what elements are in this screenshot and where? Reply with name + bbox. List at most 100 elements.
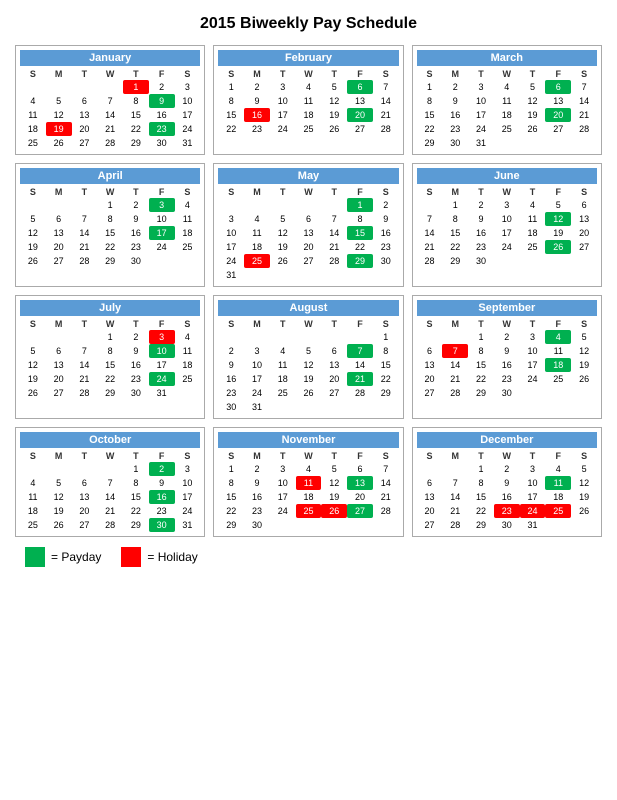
cal-cell: 1: [97, 330, 123, 344]
cal-cell: 4: [175, 198, 201, 212]
cal-cell: [442, 330, 468, 344]
cal-cell: 22: [347, 240, 373, 254]
table-row: 22232425262728: [218, 504, 398, 518]
cal-cell: 27: [72, 518, 98, 532]
day-header: T: [321, 186, 347, 198]
cal-cell: 1: [218, 80, 244, 94]
cal-cell: [296, 136, 322, 150]
day-header: S: [218, 68, 244, 80]
cal-cell: 9: [149, 94, 175, 108]
cal-cell: 3: [468, 80, 494, 94]
day-header: M: [46, 68, 72, 80]
cal-cell: 13: [347, 94, 373, 108]
day-header: M: [46, 186, 72, 198]
cal-cell: 11: [20, 108, 46, 122]
cal-cell: 25: [545, 504, 571, 518]
cal-cell: 2: [442, 80, 468, 94]
table-row: 23242526272829: [218, 386, 398, 400]
cal-cell: 14: [442, 490, 468, 504]
cal-cell: [442, 462, 468, 476]
table-row: 10111213141516: [218, 226, 398, 240]
table-row: 567891011: [20, 344, 200, 358]
cal-cell: 15: [468, 490, 494, 504]
cal-cell: [20, 462, 46, 476]
table-row: 12345: [417, 330, 597, 344]
table-row: 1234567: [417, 80, 597, 94]
table-row: 1234: [20, 198, 200, 212]
day-header: T: [468, 68, 494, 80]
cal-cell: 25: [20, 136, 46, 150]
day-header: W: [296, 186, 322, 198]
cal-table: SMTWTFS123456789101112131415161718192021…: [218, 186, 398, 282]
cal-cell: 30: [149, 136, 175, 150]
cal-cell: [571, 386, 597, 400]
table-row: 891011121314: [218, 94, 398, 108]
cal-cell: 7: [97, 94, 123, 108]
legend: = Payday = Holiday: [15, 547, 602, 567]
cal-cell: [321, 136, 347, 150]
cal-cell: 13: [347, 476, 373, 490]
cal-cell: 14: [97, 490, 123, 504]
table-row: 11121314151617: [20, 490, 200, 504]
cal-cell: 8: [123, 476, 149, 490]
cal-cell: 31: [175, 136, 201, 150]
day-header: F: [149, 68, 175, 80]
table-row: 15161718192021: [218, 490, 398, 504]
cal-cell: 2: [218, 344, 244, 358]
cal-cell: [270, 268, 296, 282]
cal-cell: [46, 80, 72, 94]
cal-cell: 10: [218, 226, 244, 240]
day-header: S: [417, 450, 443, 462]
day-header: S: [571, 186, 597, 198]
cal-cell: 18: [175, 358, 201, 372]
payday-color-box: [25, 547, 45, 567]
month-title: June: [417, 168, 597, 184]
month-june: JuneSMTWTFS12345678910111213141516171819…: [412, 163, 602, 287]
month-title: February: [218, 50, 398, 66]
cal-cell: 5: [545, 198, 571, 212]
calendars-grid: JanuarySMTWTFS12345678910111213141516171…: [15, 45, 602, 537]
cal-cell: 19: [545, 226, 571, 240]
cal-cell: 17: [149, 358, 175, 372]
day-header: S: [175, 68, 201, 80]
cal-cell: [296, 400, 322, 414]
cal-table: SMTWTFS123456789101112131415161718192021…: [417, 186, 597, 268]
cal-cell: 13: [571, 212, 597, 226]
cal-cell: [347, 400, 373, 414]
cal-cell: 23: [468, 240, 494, 254]
day-header: F: [545, 186, 571, 198]
cal-cell: 3: [520, 330, 546, 344]
cal-cell: 10: [149, 344, 175, 358]
cal-cell: 20: [72, 504, 98, 518]
day-header: S: [175, 318, 201, 330]
cal-cell: 17: [270, 490, 296, 504]
cal-cell: 4: [244, 212, 270, 226]
day-header: W: [494, 450, 520, 462]
cal-cell: 13: [46, 226, 72, 240]
cal-cell: [520, 254, 546, 268]
cal-cell: 12: [296, 358, 322, 372]
table-row: 123: [20, 462, 200, 476]
cal-cell: [72, 330, 98, 344]
cal-cell: 11: [296, 476, 322, 490]
day-header: T: [520, 318, 546, 330]
table-row: 123456: [417, 198, 597, 212]
cal-cell: 14: [347, 358, 373, 372]
cal-cell: [494, 136, 520, 150]
cal-table: SMTWTFS123456789101112131415161718192021…: [218, 318, 398, 414]
cal-cell: 10: [175, 476, 201, 490]
cal-cell: 21: [373, 490, 399, 504]
table-row: 9101112131415: [218, 358, 398, 372]
cal-cell: 2: [468, 198, 494, 212]
cal-cell: 10: [244, 358, 270, 372]
cal-cell: 25: [296, 504, 322, 518]
cal-cell: 8: [347, 212, 373, 226]
cal-cell: [244, 136, 270, 150]
cal-cell: 27: [296, 254, 322, 268]
cal-cell: 15: [347, 226, 373, 240]
cal-cell: [417, 462, 443, 476]
cal-cell: 14: [72, 226, 98, 240]
cal-cell: 8: [218, 476, 244, 490]
cal-cell: 16: [244, 108, 270, 122]
cal-cell: 10: [270, 94, 296, 108]
